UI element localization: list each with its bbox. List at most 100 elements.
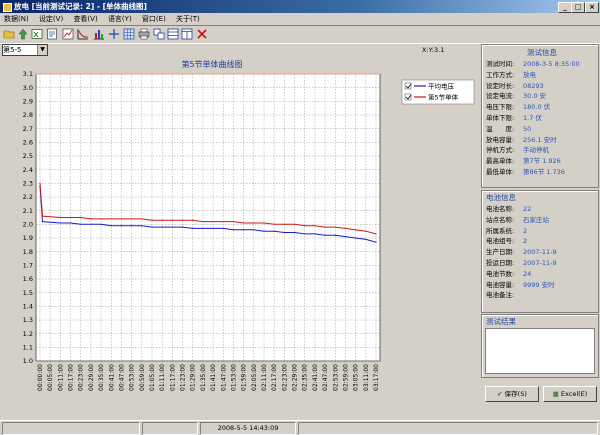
maximize-button[interactable]: □: [571, 2, 585, 13]
test-result-panel: 测试结果: [481, 314, 599, 378]
test-info-row: 放电容量: 256.1 安时: [482, 135, 598, 146]
data-point: [283, 223, 285, 225]
battery-info-row: 电池名称: 22: [482, 204, 598, 215]
data-point: [293, 231, 296, 234]
data-point: [151, 219, 153, 221]
report-icon[interactable]: [46, 28, 58, 40]
window-title: 放电 [当前测试记录: 2] - [单体曲线图]: [14, 2, 147, 11]
battery-info-key: 电池备注:: [486, 291, 515, 300]
data-point: [253, 229, 255, 231]
close-window-button[interactable]: ×: [585, 2, 599, 13]
data-point: [324, 226, 326, 228]
print-icon[interactable]: [138, 28, 150, 40]
y-tick-label: 2.9: [23, 98, 33, 106]
y-tick-label: 2.1: [23, 207, 33, 215]
data-point: [171, 226, 173, 228]
data-point: [120, 218, 123, 220]
excel-label: Excel(E): [560, 390, 588, 398]
cell-selector[interactable]: 第5-5 ▼: [2, 44, 48, 56]
chart-panel: 第5节单体曲线图 3.1 3.0 2.9 2.8 2.7 2.6 2.5 2.4 2.3 2.2 2…: [2, 56, 478, 418]
battery-info-key: 电池节数:: [486, 269, 515, 278]
app-icon: [3, 3, 12, 12]
x-tick-label: 00:05:00: [47, 364, 54, 391]
test-info-value: 1.7 伏: [523, 113, 542, 122]
y-tick-label: 2.8: [23, 111, 33, 119]
y-tick-label: 2.5: [23, 152, 33, 160]
data-point: [344, 227, 347, 229]
split-h-icon[interactable]: [167, 28, 179, 40]
upload-icon[interactable]: [17, 28, 29, 40]
menu-about[interactable]: 关于(T): [172, 13, 204, 25]
data-point: [273, 223, 275, 225]
test-info-row: 测试时间: 2008-3-5 8:35:00: [482, 59, 598, 70]
y-tick-label: 1.7: [23, 262, 33, 270]
split-v-icon[interactable]: [181, 28, 193, 40]
chevron-down-icon[interactable]: ▼: [37, 45, 47, 55]
data-point: [222, 221, 224, 223]
x-tick-label: 00:47:00: [118, 364, 125, 391]
grid-icon[interactable]: [123, 28, 135, 40]
data-point: [69, 216, 72, 219]
excel-icon[interactable]: [31, 28, 43, 40]
battery-info-row: 电池组号: 2: [482, 236, 598, 247]
test-info-value: 08293: [523, 81, 544, 90]
battery-info-key: 站点名称:: [486, 215, 515, 224]
right-panel: 测试信息 测试时间: 2008-3-5 8:35:00 工作方式: 放电 设定时长: 08…: [481, 44, 599, 418]
bar-chart-icon[interactable]: [93, 28, 105, 40]
test-info-value: 手动停机: [523, 146, 549, 155]
data-point: [131, 218, 133, 220]
minimize-button[interactable]: _: [558, 2, 572, 13]
data-point: [141, 218, 143, 220]
cell-selector-value: 第5-5: [3, 46, 22, 54]
x-tick-label: 02:17:00: [271, 364, 278, 391]
x-tick-label: 01:11:00: [159, 364, 166, 391]
x-tick-label: 02:23:00: [281, 364, 288, 391]
battery-info-value: 2007-11-9: [523, 258, 557, 267]
y-tick-label: 2.6: [23, 139, 33, 147]
y-tick-label: 2.0: [23, 221, 33, 229]
x-tick-label: 00:11:00: [57, 364, 64, 391]
x-tick-label: 01:17:00: [169, 364, 176, 391]
close-icon[interactable]: [196, 28, 208, 40]
data-point: [334, 226, 336, 228]
x-tick-label: 03:17:00: [373, 364, 380, 391]
battery-info-value: 石家庄站: [523, 215, 549, 224]
compare-icon[interactable]: [108, 28, 120, 40]
data-point: [192, 227, 194, 229]
test-info-row: 停机方式: 手动停机: [482, 145, 598, 156]
excel-button[interactable]: ▦ Excel(E): [543, 386, 597, 402]
data-point: [41, 215, 44, 217]
open-folder-icon[interactable]: [3, 28, 15, 40]
battery-info-value: 2: [523, 237, 528, 246]
data-point: [375, 233, 377, 235]
menu-data[interactable]: 数据(N): [0, 13, 33, 25]
y-tick-label: 1.3: [23, 316, 33, 324]
test-info-key: 设定时长:: [486, 81, 515, 90]
chart-icon[interactable]: [62, 28, 74, 40]
x-tick-label: 01:59:00: [241, 364, 248, 391]
test-info-key: 工作方式:: [486, 70, 515, 79]
menu-window[interactable]: 窗口(E): [138, 13, 170, 25]
menu-view[interactable]: 查看(V): [69, 13, 101, 25]
x-tick-label: 02:53:00: [332, 364, 339, 391]
x-tick-label: 01:05:00: [149, 364, 156, 391]
x-tick-label: 02:41:00: [312, 364, 319, 391]
battery-info-row: 电池容量: 9999 安时: [482, 280, 598, 291]
curve-icon[interactable]: [77, 28, 89, 40]
data-point: [171, 219, 173, 221]
tile-icon[interactable]: [153, 28, 165, 40]
data-point: [161, 226, 163, 228]
data-point: [304, 225, 306, 227]
plot-area: [35, 73, 381, 362]
data-point: [161, 219, 163, 221]
data-point: [263, 222, 265, 224]
menu-language[interactable]: 语言(Y): [104, 13, 136, 25]
data-point: [41, 221, 44, 223]
menu-settings[interactable]: 设定(V): [35, 13, 67, 25]
test-result-textarea[interactable]: [485, 328, 595, 374]
legend-label-avg: 平均电压: [428, 82, 455, 91]
test-info-value: 放电: [523, 70, 536, 79]
data-point: [202, 221, 204, 223]
data-point: [243, 222, 245, 224]
save-button[interactable]: ✔ 保存(S): [485, 386, 539, 402]
